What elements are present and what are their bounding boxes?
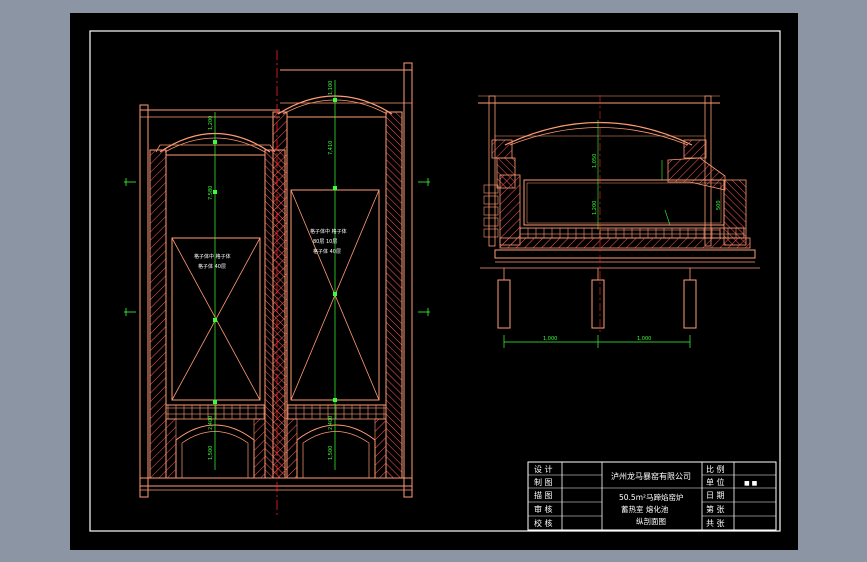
dim-span-right: 1,000	[637, 336, 651, 342]
label-total: 共 张	[706, 519, 725, 528]
label-trace: 描 图	[534, 490, 553, 500]
melter-dim-2: 1,200	[592, 201, 598, 215]
cad-viewport: 1,200 7,580 2,400 1,500 1,100 7,410 2,40…	[0, 0, 867, 562]
dim-left-2: 7,580	[208, 186, 214, 200]
chamber-left-note-1: 格子体中 格子体	[194, 253, 231, 260]
label-design: 设 计	[534, 464, 553, 474]
label-review: 审 核	[534, 504, 553, 514]
drawing-sheet	[70, 13, 798, 550]
drawing-canvas: 1,200 7,580 2,400 1,500 1,100 7,410 2,40…	[70, 13, 798, 550]
dim-left-4: 1,500	[208, 446, 214, 460]
label-scale: 比 例	[706, 464, 725, 474]
melter-dim-1: 1,050	[592, 154, 598, 168]
dim-right-3: 2,400	[328, 416, 334, 430]
chamber-right-note-3: 格子体 40层	[313, 248, 341, 255]
label-draw: 制 图	[534, 477, 553, 487]
drawing-title-line1: 50.5m²马蹄焰窑炉	[619, 492, 684, 502]
unit-value: ■ ■	[744, 480, 758, 487]
label-unit: 单 位	[706, 477, 725, 487]
drawing-title-line2: 蓄热室 熔化池	[621, 504, 669, 514]
melter-dim-3: 500	[716, 200, 722, 210]
dim-right-2: 7,410	[328, 141, 334, 155]
dim-span-left: 1,000	[543, 336, 557, 342]
dim-left-3: 2,400	[208, 416, 214, 430]
dim-right-4: 1,500	[328, 446, 334, 460]
drawing-title-line3: 纵剖面图	[636, 516, 666, 526]
label-sheet-no: 第 张	[706, 504, 725, 514]
label-date: 日 期	[706, 491, 725, 500]
chamber-left-note-2: 格子体 40层	[198, 263, 226, 270]
dim-left-1: 1,200	[208, 116, 214, 130]
company-name: 泸州龙马暴窑有限公司	[611, 471, 691, 481]
label-check: 校 核	[534, 518, 553, 528]
dim-right-1: 1,100	[328, 81, 334, 95]
chamber-right-note-2: 80层 10层	[313, 239, 337, 245]
chamber-right-note-1: 格子体中 格子体	[310, 228, 347, 235]
